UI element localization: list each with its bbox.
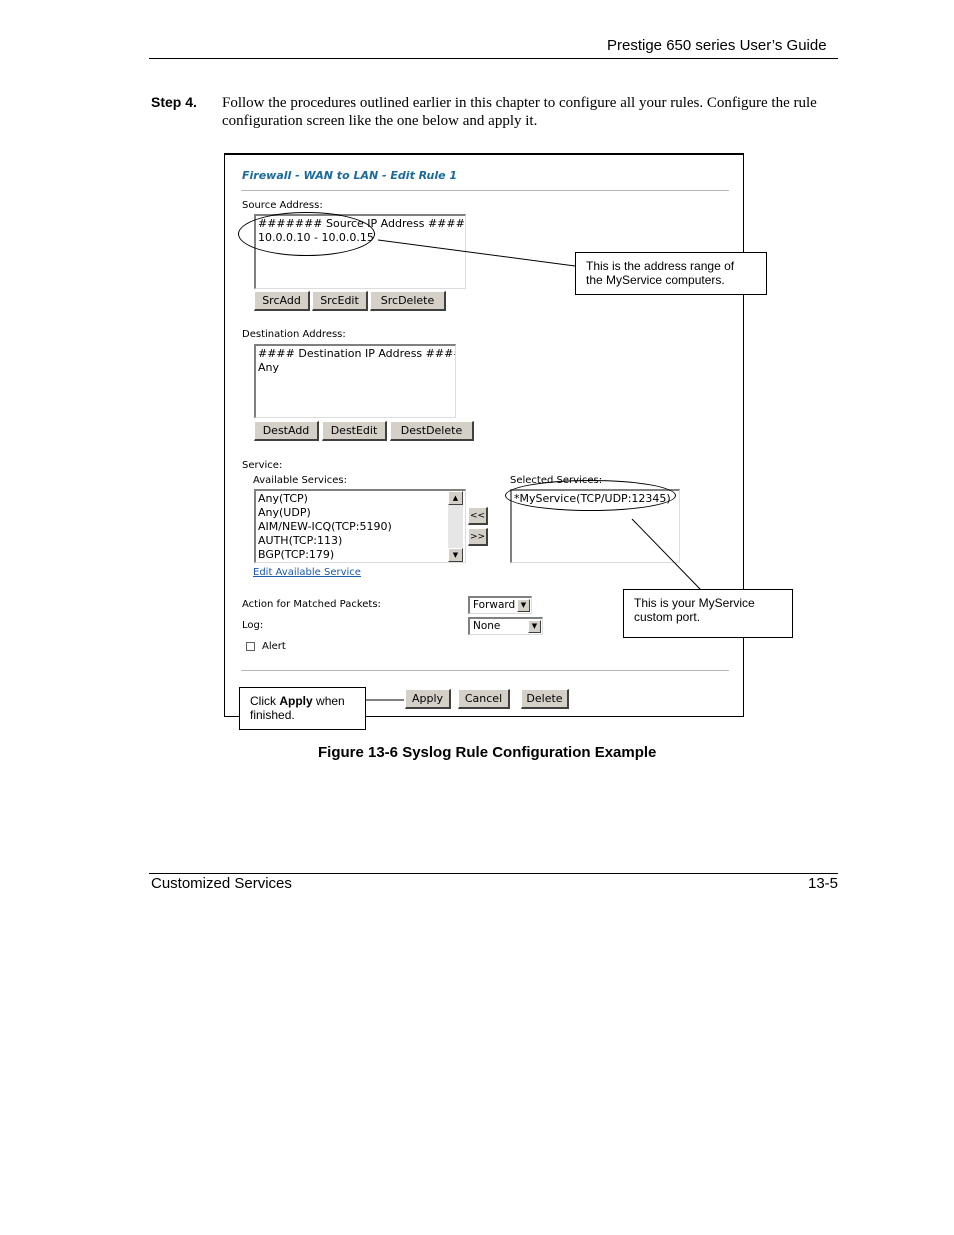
- callout-custom-port: This is your MyService custom port.: [623, 589, 793, 638]
- callout-line: This is the address range of: [586, 259, 735, 273]
- figure-caption: Figure 13-6 Syslog Rule Configuration Ex…: [318, 744, 657, 761]
- footer-rule: [149, 873, 838, 874]
- callout-address-range: This is the address range of the MyServi…: [575, 252, 767, 295]
- callout-text: Click: [250, 694, 280, 708]
- callout-line: the MyService computers.: [586, 273, 725, 287]
- leader-lines: [365, 239, 702, 701]
- leader-line-address: [377, 239, 576, 267]
- callout-line: This is your MyService: [634, 596, 755, 610]
- footer-page-number: 13-5: [808, 875, 839, 892]
- callout-line: custom port.: [634, 610, 701, 624]
- callout-bold-text: Apply: [279, 694, 313, 708]
- callout-text: when: [312, 694, 345, 708]
- callout-line: Click Apply when: [250, 694, 355, 708]
- callout-apply: Click Apply when finished.: [239, 687, 366, 730]
- footer-section-title: Customized Services: [151, 875, 292, 892]
- callout-line: finished.: [250, 708, 295, 722]
- leader-line-port: [631, 518, 702, 591]
